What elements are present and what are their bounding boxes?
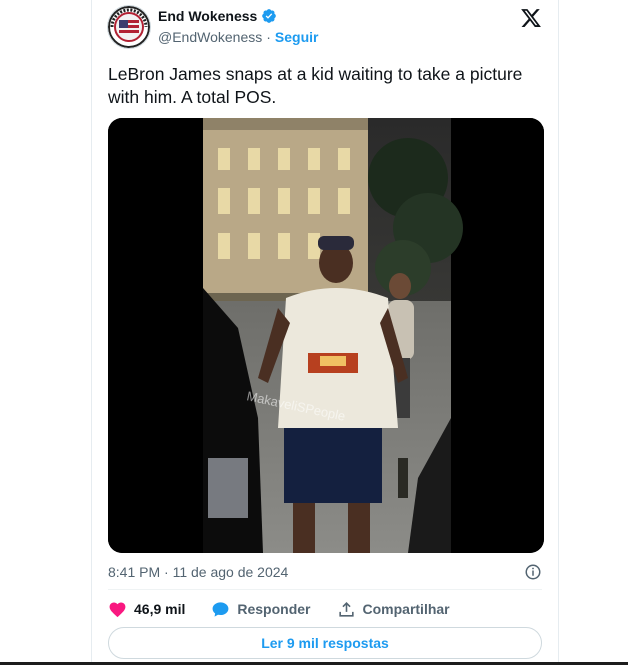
- like-count: 46,9 mil: [134, 601, 186, 617]
- heart-icon: [109, 602, 126, 617]
- share-button[interactable]: Compartilhar: [337, 600, 450, 619]
- author-avatar[interactable]: [108, 6, 150, 48]
- share-icon: [338, 601, 354, 617]
- video-frame: MakaveliSPeople: [108, 118, 544, 553]
- author-block: End Wokeness @EndWokeness · Seguir: [158, 8, 318, 45]
- tweet-timestamp[interactable]: 8:41 PM · 11 de ago de 2024: [108, 564, 288, 580]
- follow-button[interactable]: Seguir: [275, 29, 319, 45]
- tweet-card: End Wokeness @EndWokeness · Seguir LeBro…: [91, 0, 559, 664]
- reply-label: Responder: [237, 601, 311, 617]
- action-bar: 46,9 mil Responder Compartilhar: [108, 598, 476, 620]
- tweet-text: LeBron James snaps at a kid waiting to t…: [108, 64, 523, 107]
- like-button[interactable]: 46,9 mil: [108, 600, 185, 619]
- speech-bubble-icon: [212, 601, 229, 617]
- reply-button[interactable]: Responder: [211, 600, 311, 619]
- verified-badge-icon: [262, 9, 277, 23]
- share-label: Compartilhar: [362, 601, 450, 617]
- separator-dot: ·: [266, 29, 271, 45]
- author-display-name[interactable]: End Wokeness: [158, 8, 257, 24]
- tweet-meta: 8:41 PM · 11 de ago de 2024: [108, 562, 542, 582]
- author-handle[interactable]: @EndWokeness: [158, 29, 262, 45]
- divider: [108, 589, 542, 590]
- tweet-video[interactable]: MakaveliSPeople: [108, 118, 544, 553]
- info-icon[interactable]: [524, 563, 542, 581]
- avatar-image: [108, 6, 150, 48]
- x-logo-icon[interactable]: [520, 7, 542, 29]
- read-replies-button[interactable]: Ler 9 mil respostas: [108, 627, 542, 659]
